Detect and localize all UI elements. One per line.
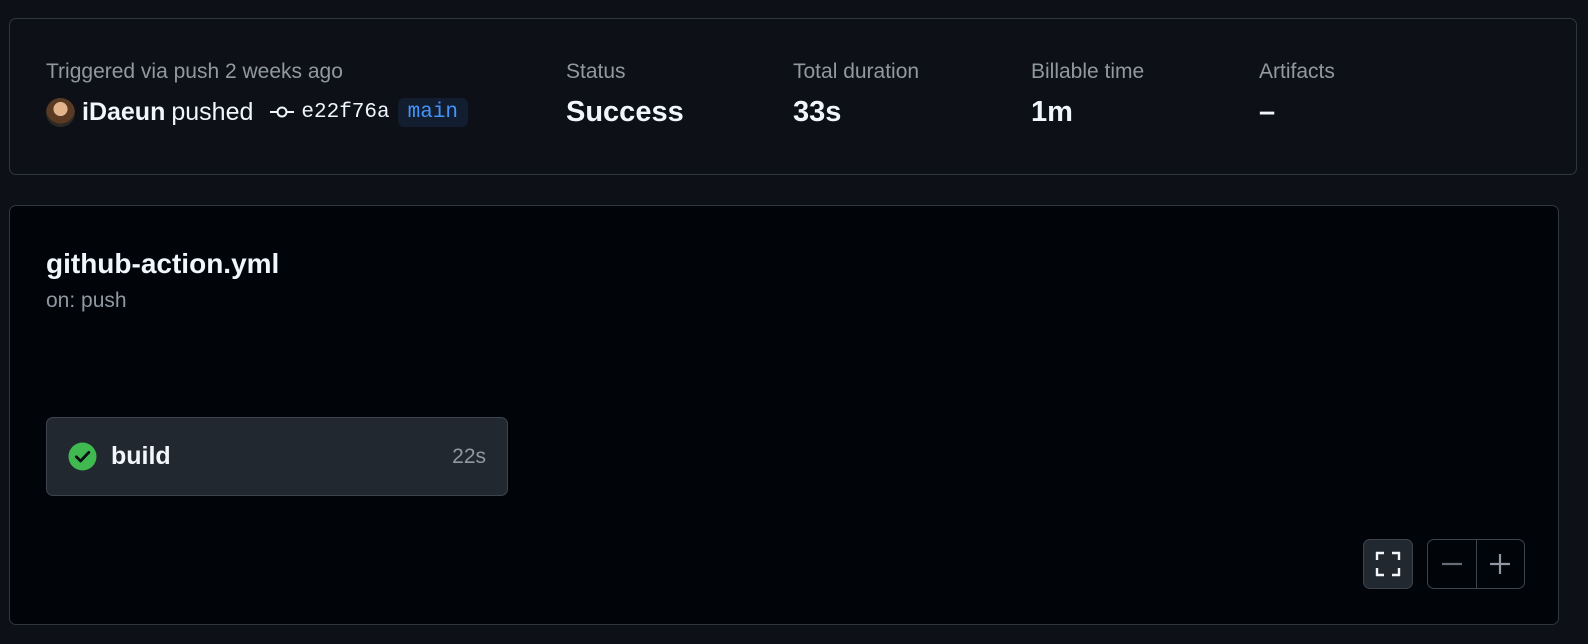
zoom-in-button[interactable] — [1477, 540, 1525, 588]
artifacts-label: Artifacts — [1259, 60, 1335, 83]
status-column: Status Success — [566, 59, 684, 130]
workflow-trigger: on: push — [46, 289, 127, 312]
duration-label: Total duration — [793, 60, 920, 83]
run-summary: Triggered via push 2 weeks ago iDaeun pu… — [9, 18, 1577, 175]
duration-column: Total duration 33s — [793, 59, 919, 130]
workflow-graph: github-action.yml on: push build 22s — [9, 205, 1559, 625]
trigger-label: Triggered via push 2 weeks ago — [46, 60, 343, 83]
artifacts-column: Artifacts – — [1259, 59, 1335, 130]
zoom-controls — [1427, 539, 1525, 589]
fullscreen-button[interactable] — [1363, 539, 1413, 589]
trigger-details: iDaeun pushed e22f76a main — [46, 94, 469, 130]
job-card-build[interactable]: build 22s — [46, 417, 508, 496]
zoom-out-button[interactable] — [1428, 540, 1477, 588]
artifacts-value: – — [1259, 96, 1276, 128]
duration-value: 33s — [793, 96, 842, 128]
check-circle-icon — [68, 442, 97, 471]
branch-badge[interactable]: main — [397, 97, 469, 127]
job-name: build — [111, 442, 171, 470]
zoom-out-icon — [1441, 562, 1462, 566]
pushed-text: pushed — [171, 97, 254, 126]
zoom-in-icon — [1490, 554, 1511, 574]
trigger-column: Triggered via push 2 weeks ago iDaeun pu… — [46, 59, 469, 130]
commit-icon — [270, 106, 295, 118]
status-value: Success — [566, 96, 684, 128]
job-duration: 22s — [452, 444, 486, 468]
status-label: Status — [566, 60, 626, 83]
fullscreen-icon — [1375, 551, 1401, 577]
billable-value: 1m — [1031, 96, 1073, 128]
billable-column: Billable time 1m — [1031, 59, 1144, 130]
commit-sha-link[interactable]: e22f76a — [301, 101, 389, 124]
avatar[interactable] — [46, 97, 75, 127]
billable-label: Billable time — [1031, 60, 1145, 83]
pusher-name[interactable]: iDaeun — [82, 98, 165, 127]
workflow-file-name: github-action.yml — [46, 248, 280, 279]
